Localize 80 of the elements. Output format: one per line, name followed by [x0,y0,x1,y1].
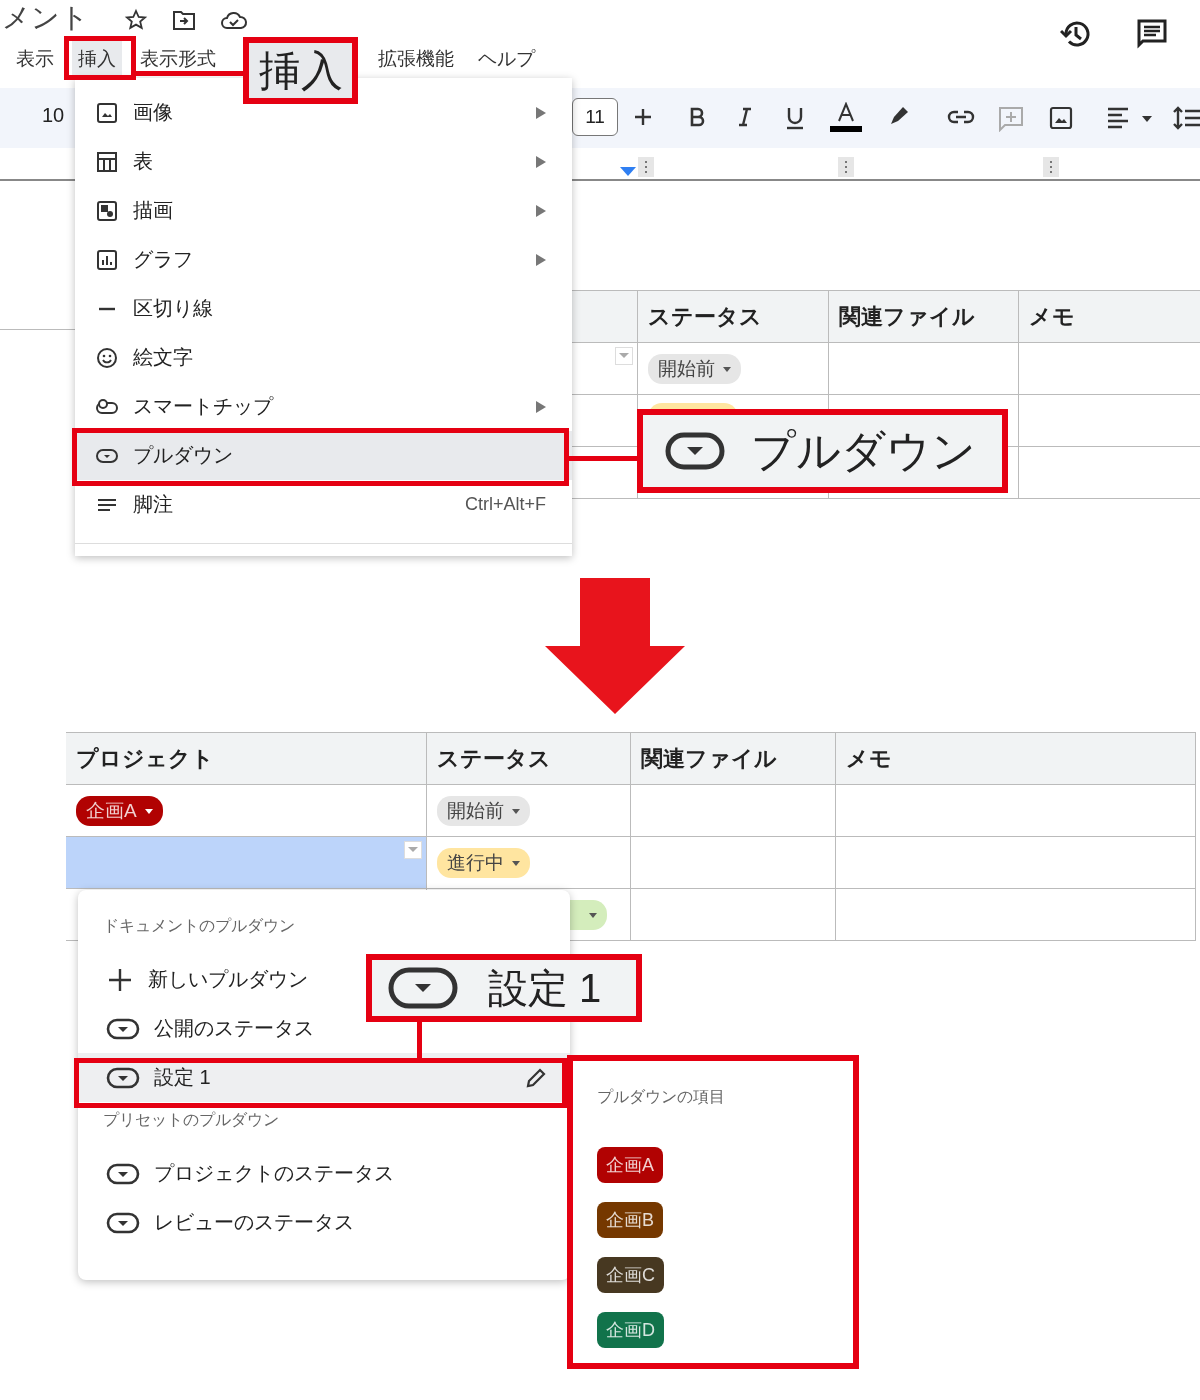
column-header: メモ [836,733,1196,784]
section-heading: ドキュメントのプルダウン [102,916,296,936]
menu-item[interactable]: 表示 [10,40,60,78]
option-chip[interactable]: 企画B [597,1202,663,1238]
option-chip[interactable]: 企画C [597,1257,664,1293]
cell-dropdown-icon[interactable] [614,347,633,365]
table-cell[interactable] [66,837,427,888]
status-chip[interactable]: 開始前 [437,795,530,826]
caret-icon [722,367,731,372]
cell-dropdown-icon[interactable] [404,841,422,859]
menu-item[interactable]: ヘルプ [472,40,541,78]
highlight-frame [64,36,136,80]
status-chip[interactable]: 開始前 [647,353,741,384]
panel-heading: プルダウンの項目 [597,1087,725,1107]
column-marker[interactable] [1043,157,1059,177]
section-heading: プリセットのプルダウン [102,1110,280,1130]
plus-icon[interactable] [632,106,654,128]
caret-icon [512,809,520,814]
column-header: ステータス [427,733,631,784]
menu-item[interactable]: 脚注 Ctrl+Alt+F [75,480,572,529]
menu-item[interactable]: プルダウン [75,431,572,480]
line-spacing-icon[interactable] [1172,106,1200,130]
submenu-arrow-icon [536,106,546,119]
callout-text: プルダウン [751,424,976,477]
shortcut-text: Ctrl+Alt+F [464,494,546,515]
dropdown-icon [106,1017,140,1040]
caret-icon [512,861,520,866]
submenu-arrow-icon [536,155,546,168]
menu-item[interactable]: 区切り線 [75,284,572,333]
column-header: メモ [1019,291,1200,342]
dropdown-list-item[interactable]: レビューのステータス [78,1198,570,1247]
column-header: 関連ファイル [631,733,836,784]
option-chip[interactable]: 企画A [597,1147,663,1183]
column-header: プロジェクト [66,733,427,784]
drawing-icon [95,198,119,223]
option-chip[interactable]: 企画D [597,1312,664,1348]
indent-marker-icon[interactable] [620,165,636,177]
column-header: ステータス [637,291,829,342]
emoji-icon [95,345,119,370]
star-icon[interactable] [124,8,148,32]
menu-item[interactable]: 表 [75,137,572,186]
submenu-arrow-icon [536,400,546,413]
dropdown-icon [106,1211,140,1234]
submenu-arrow-icon [536,253,546,266]
menu-item[interactable]: 絵文字 [75,333,572,382]
table-cell[interactable]: 企画A [66,785,427,836]
submenu-arrow-icon [536,204,546,217]
column-marker[interactable] [838,157,854,177]
image-icon[interactable] [1049,106,1073,130]
folder-icon[interactable] [172,9,196,31]
comment-icon[interactable] [1136,18,1168,50]
callout-text: 設定 1 [488,964,602,1012]
insert-callout: 挿入 [243,37,358,104]
cloud-icon[interactable] [220,9,248,31]
dropdown-icon [665,432,725,470]
project-chip[interactable]: 企画A [76,795,163,826]
column-header: 関連ファイル [828,291,1020,342]
menu-item[interactable]: スマートチップ [75,382,572,431]
dropdown-icon [388,967,458,1009]
caret-icon [144,809,153,814]
font-size-field[interactable]: 11 [572,98,618,136]
dropdown-list-item[interactable]: プロジェクトのステータス [78,1149,570,1198]
text-color-icon[interactable] [828,102,864,132]
document-title: メント [2,1,89,35]
chart-icon [95,247,119,272]
underline-icon[interactable] [784,106,806,130]
caret-icon [589,913,597,918]
menu-item[interactable]: 表示形式 [134,40,222,78]
down-arrow-icon [545,578,685,714]
dropdown-icon [106,1066,140,1089]
image-icon [95,100,119,125]
menu-item[interactable]: グラフ [75,235,572,284]
dropdown-list-item[interactable]: 設定 1 [78,1053,570,1102]
menu-item[interactable]: 拡張機能 [372,40,460,78]
table-icon [95,149,119,174]
column-marker[interactable] [638,157,654,177]
menu-item[interactable]: 描画 [75,186,572,235]
dropdown-icon [106,1162,140,1185]
status-chip[interactable]: 進行中 [437,847,530,878]
zoom-value[interactable]: 10 [42,104,65,127]
